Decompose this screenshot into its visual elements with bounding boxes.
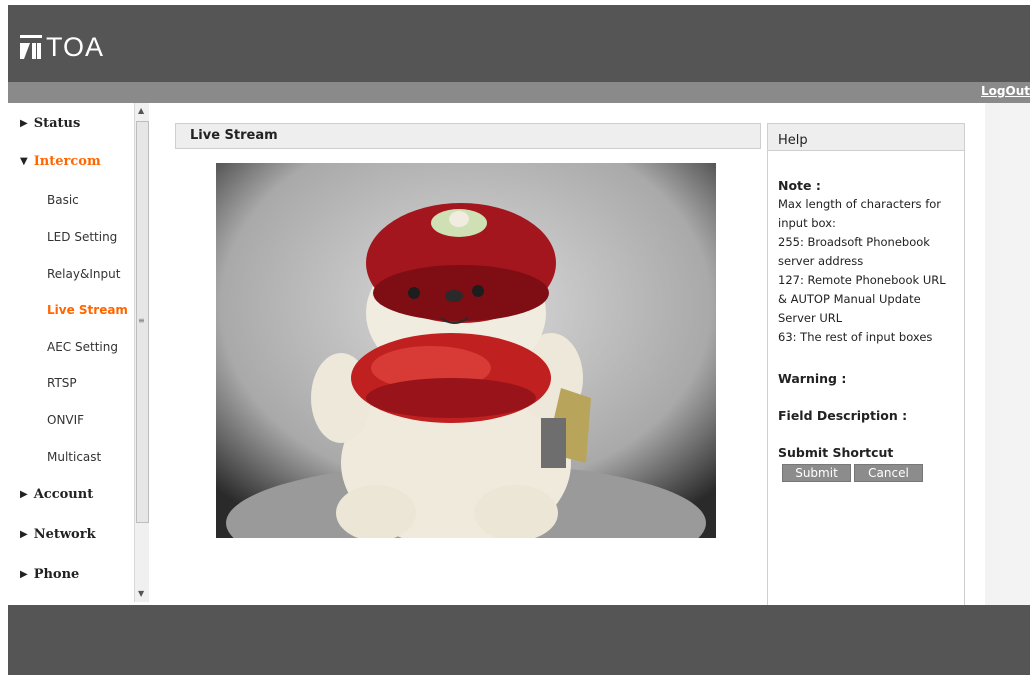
warning-heading: Warning : [778, 371, 847, 386]
triangle-right-icon: ▶ [20, 489, 28, 500]
nav-sub-onvif[interactable]: ONVIF [47, 413, 84, 427]
submit-button[interactable]: Submit [782, 464, 851, 482]
nav-account-label: Account [33, 487, 94, 502]
nav-sub-rtsp[interactable]: RTSP [47, 376, 77, 390]
note-line: 255: Broadsoft Phonebook [778, 235, 930, 249]
video-frame-image [216, 163, 716, 538]
cancel-button[interactable]: Cancel [854, 464, 923, 482]
nav-sub-led-setting[interactable]: LED Setting [47, 230, 117, 244]
note-line: Server URL [778, 311, 843, 325]
toa-logo: TOA [20, 32, 105, 62]
triangle-right-icon: ▶ [20, 118, 28, 129]
note-line: & AUTOP Manual Update [778, 292, 921, 306]
nav-sub-aec-setting[interactable]: AEC Setting [47, 340, 118, 354]
note-line: 127: Remote Phonebook URL [778, 273, 946, 287]
section-title: Live Stream [190, 128, 278, 143]
nav-status[interactable]: ▶ Status [20, 116, 80, 131]
live-stream-header: Live Stream [175, 123, 761, 149]
nav-network-label: Network [33, 527, 96, 542]
scroll-grip-icon: ≡ [138, 316, 145, 325]
help-body: Note : Max length of characters for inpu… [778, 176, 960, 462]
nav-sub-basic[interactable]: Basic [47, 193, 79, 207]
triangle-down-icon: ▼ [20, 156, 28, 167]
live-stream-video[interactable] [216, 163, 716, 538]
help-title: Help [778, 133, 808, 148]
sidebar-scrollbar[interactable]: ▲ ≡ ▼ [134, 103, 150, 602]
bottom-footer [8, 605, 1030, 675]
right-gutter [985, 103, 1030, 605]
triangle-right-icon: ▶ [20, 529, 28, 540]
top-header: TOA [8, 5, 1030, 82]
note-line: server address [778, 254, 864, 268]
submit-shortcut-heading: Submit Shortcut [778, 445, 894, 460]
note-line: 63: The rest of input boxes [778, 330, 933, 344]
help-panel: Help Note : Max length of characters for… [767, 123, 965, 607]
nav-intercom[interactable]: ▼ Intercom [20, 154, 101, 169]
subheader-bar: LogOut [8, 82, 1030, 103]
nav-sub-multicast[interactable]: Multicast [47, 450, 101, 464]
nav-account[interactable]: ▶ Account [20, 487, 93, 502]
nav-sub-relay-input[interactable]: Relay&Input [47, 267, 120, 281]
nav-phone-label: Phone [33, 567, 80, 582]
main-content: Live Stream Help Note: Max length of ch… [149, 103, 985, 607]
note-heading: Note : [778, 178, 821, 193]
nav-network[interactable]: ▶ Network [20, 527, 96, 542]
note-line: input box: [778, 216, 836, 230]
nav-intercom-label: Intercom [33, 154, 101, 169]
nav-phone[interactable]: ▶ Phone [20, 567, 79, 582]
scroll-up-icon[interactable]: ▲ [138, 106, 144, 115]
triangle-right-icon: ▶ [20, 569, 28, 580]
toa-logo-icon [20, 35, 42, 59]
nav-sub-live-stream[interactable]: Live Stream [47, 303, 128, 317]
nav-status-label: Status [33, 116, 81, 131]
logout-link[interactable]: LogOut [981, 84, 1030, 98]
scroll-down-icon[interactable]: ▼ [138, 589, 144, 598]
sidebar-nav: ▶ Status ▼ Intercom Basic LED Setting Re… [8, 103, 149, 605]
logo-text: TOA [46, 32, 105, 62]
shortcut-buttons: Submit Cancel [782, 464, 923, 482]
note-line: Max length of characters for [778, 197, 942, 211]
field-description-heading: Field Description : [778, 408, 908, 423]
